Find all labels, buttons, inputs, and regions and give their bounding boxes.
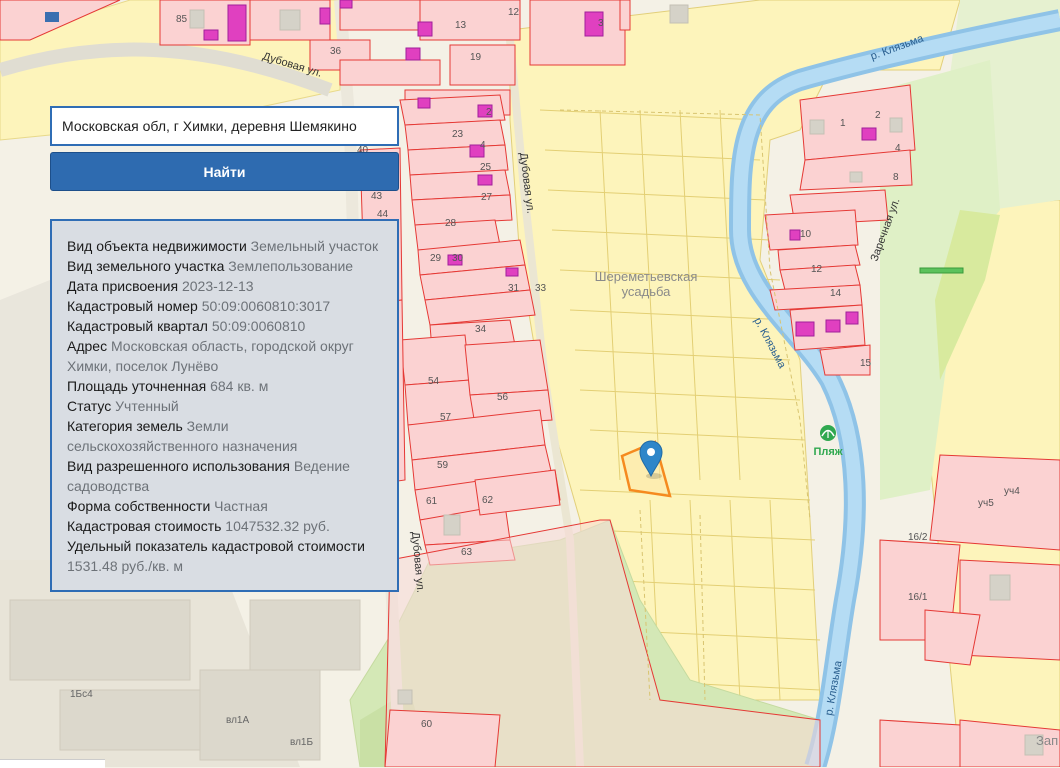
info-value: Московская область, городской округ Химк… [67,338,354,374]
info-key: Статус [67,398,112,414]
area-label-line1: Шереметьевская [595,269,698,284]
info-key: Вид объекта недвижимости [67,238,247,254]
house-number: 60 [421,719,433,730]
info-row: Площадь уточненная 684 кв. м [67,376,383,396]
info-key: Кадастровый номер [67,298,198,314]
info-key: Кадастровый квартал [67,318,208,334]
house-number: 16/1 [908,592,928,603]
house-number: 62 [482,495,494,506]
house-number: 19 [470,52,482,63]
beach-icon [820,425,836,441]
info-row: Вид земельного участка Землепользование [67,256,383,276]
house-number: 10 [800,229,812,240]
beach-label: Пляж [813,446,842,458]
building-label: 1Бс4 [70,689,93,700]
info-value: 50:09:0060810 [207,318,306,334]
info-value: 50:09:0060810:3017 [197,298,331,314]
info-row: Кадастровый номер 50:09:0060810:3017 [67,296,383,316]
info-value: 1047532.32 руб. [221,518,330,534]
house-number: 33 [535,283,547,294]
info-row: Адрес Московская область, городской окру… [67,336,383,376]
house-number: 63 [461,547,473,558]
house-number: 31 [508,283,520,294]
info-row: Дата присвоения 2023-12-13 [67,276,383,296]
house-number: 57 [440,412,452,423]
info-key: Адрес [67,338,108,354]
house-number: 4 [480,140,486,151]
info-row: Статус Учтенный [67,396,383,416]
house-number: 54 [428,376,440,387]
info-key: Удельный показатель кадастровой стоимост… [67,538,365,554]
house-number: 8 [893,172,899,183]
house-number: 12 [508,7,520,18]
info-value: Учтенный [111,398,179,414]
info-value: 684 кв. м [206,378,269,394]
red-parcel-60 [384,709,501,767]
info-row: Форма собственности Частная [67,496,383,516]
info-row: Вид разрешенного использования Ведение с… [67,456,383,496]
info-value: Частная [210,498,268,514]
partial-label: Зап [1036,733,1058,748]
house-number: уч4 [1004,486,1020,497]
info-key: Площадь уточненная [67,378,207,394]
house-number: уч5 [978,498,994,509]
info-row: Вид объекта недвижимости Земельный участ… [67,236,383,256]
house-number: 36 [330,46,342,57]
house-number: 25 [480,162,492,173]
info-key: Вид земельного участка [67,258,225,274]
info-rows: Вид объекта недвижимости Земельный участ… [67,236,383,576]
industrial-buildings [9,599,361,761]
search-input-text: Московская обл, г Химки, деревня Шемякин… [62,118,357,134]
info-row: Кадастровый квартал 50:09:0060810 [67,316,383,336]
area-label-line2: усадьба [622,284,672,299]
house-number: 4 [895,143,901,154]
house-number: 2 [486,107,492,118]
route-badge-icon [45,12,59,22]
info-key: Кадастровая стоимость [67,518,222,534]
house-number: 56 [497,392,509,403]
info-key: Дата присвоения [67,278,179,294]
house-number: 3 [598,18,604,29]
search-input[interactable]: Московская обл, г Химки, деревня Шемякин… [50,106,399,146]
house-number: 28 [445,218,457,229]
info-key: Вид разрешенного использования [67,458,290,474]
house-number: 29 [430,253,442,264]
info-value: 2023-12-13 [178,278,254,294]
building-label: вл1Б [290,737,313,748]
parcel-info-panel: Вид объекта недвижимости Земельный участ… [50,219,399,592]
info-key: Категория земель [67,418,183,434]
house-number: 15 [860,358,872,369]
info-key: Форма собственности [67,498,211,514]
house-number: 23 [452,129,464,140]
info-value: Земельный участок [246,238,379,254]
house-number: 1 [840,118,846,129]
house-number: 16/2 [908,532,928,543]
house-number: 85 [176,14,188,25]
house-number: 59 [437,460,449,471]
info-value: 1531.48 руб./кв. м [67,558,184,574]
house-number: 27 [481,192,493,203]
house-number: 61 [426,496,438,507]
find-button[interactable]: Найти [50,152,399,191]
house-number: 2 [875,110,881,121]
building-label: вл1А [226,715,249,726]
green-strip [919,267,964,274]
house-number: 43 [371,191,383,202]
info-row: Категория земель Земли сельскохозяйствен… [67,416,383,456]
house-number: 34 [475,324,487,335]
house-number: 12 [811,264,823,275]
house-number: 13 [455,20,467,31]
info-row: Удельный показатель кадастровой стоимост… [67,536,383,576]
house-number: 30 [452,253,464,264]
house-number: 14 [830,288,842,299]
info-value: Землепользование [224,258,354,274]
info-row: Кадастровая стоимость 1047532.32 руб. [67,516,383,536]
